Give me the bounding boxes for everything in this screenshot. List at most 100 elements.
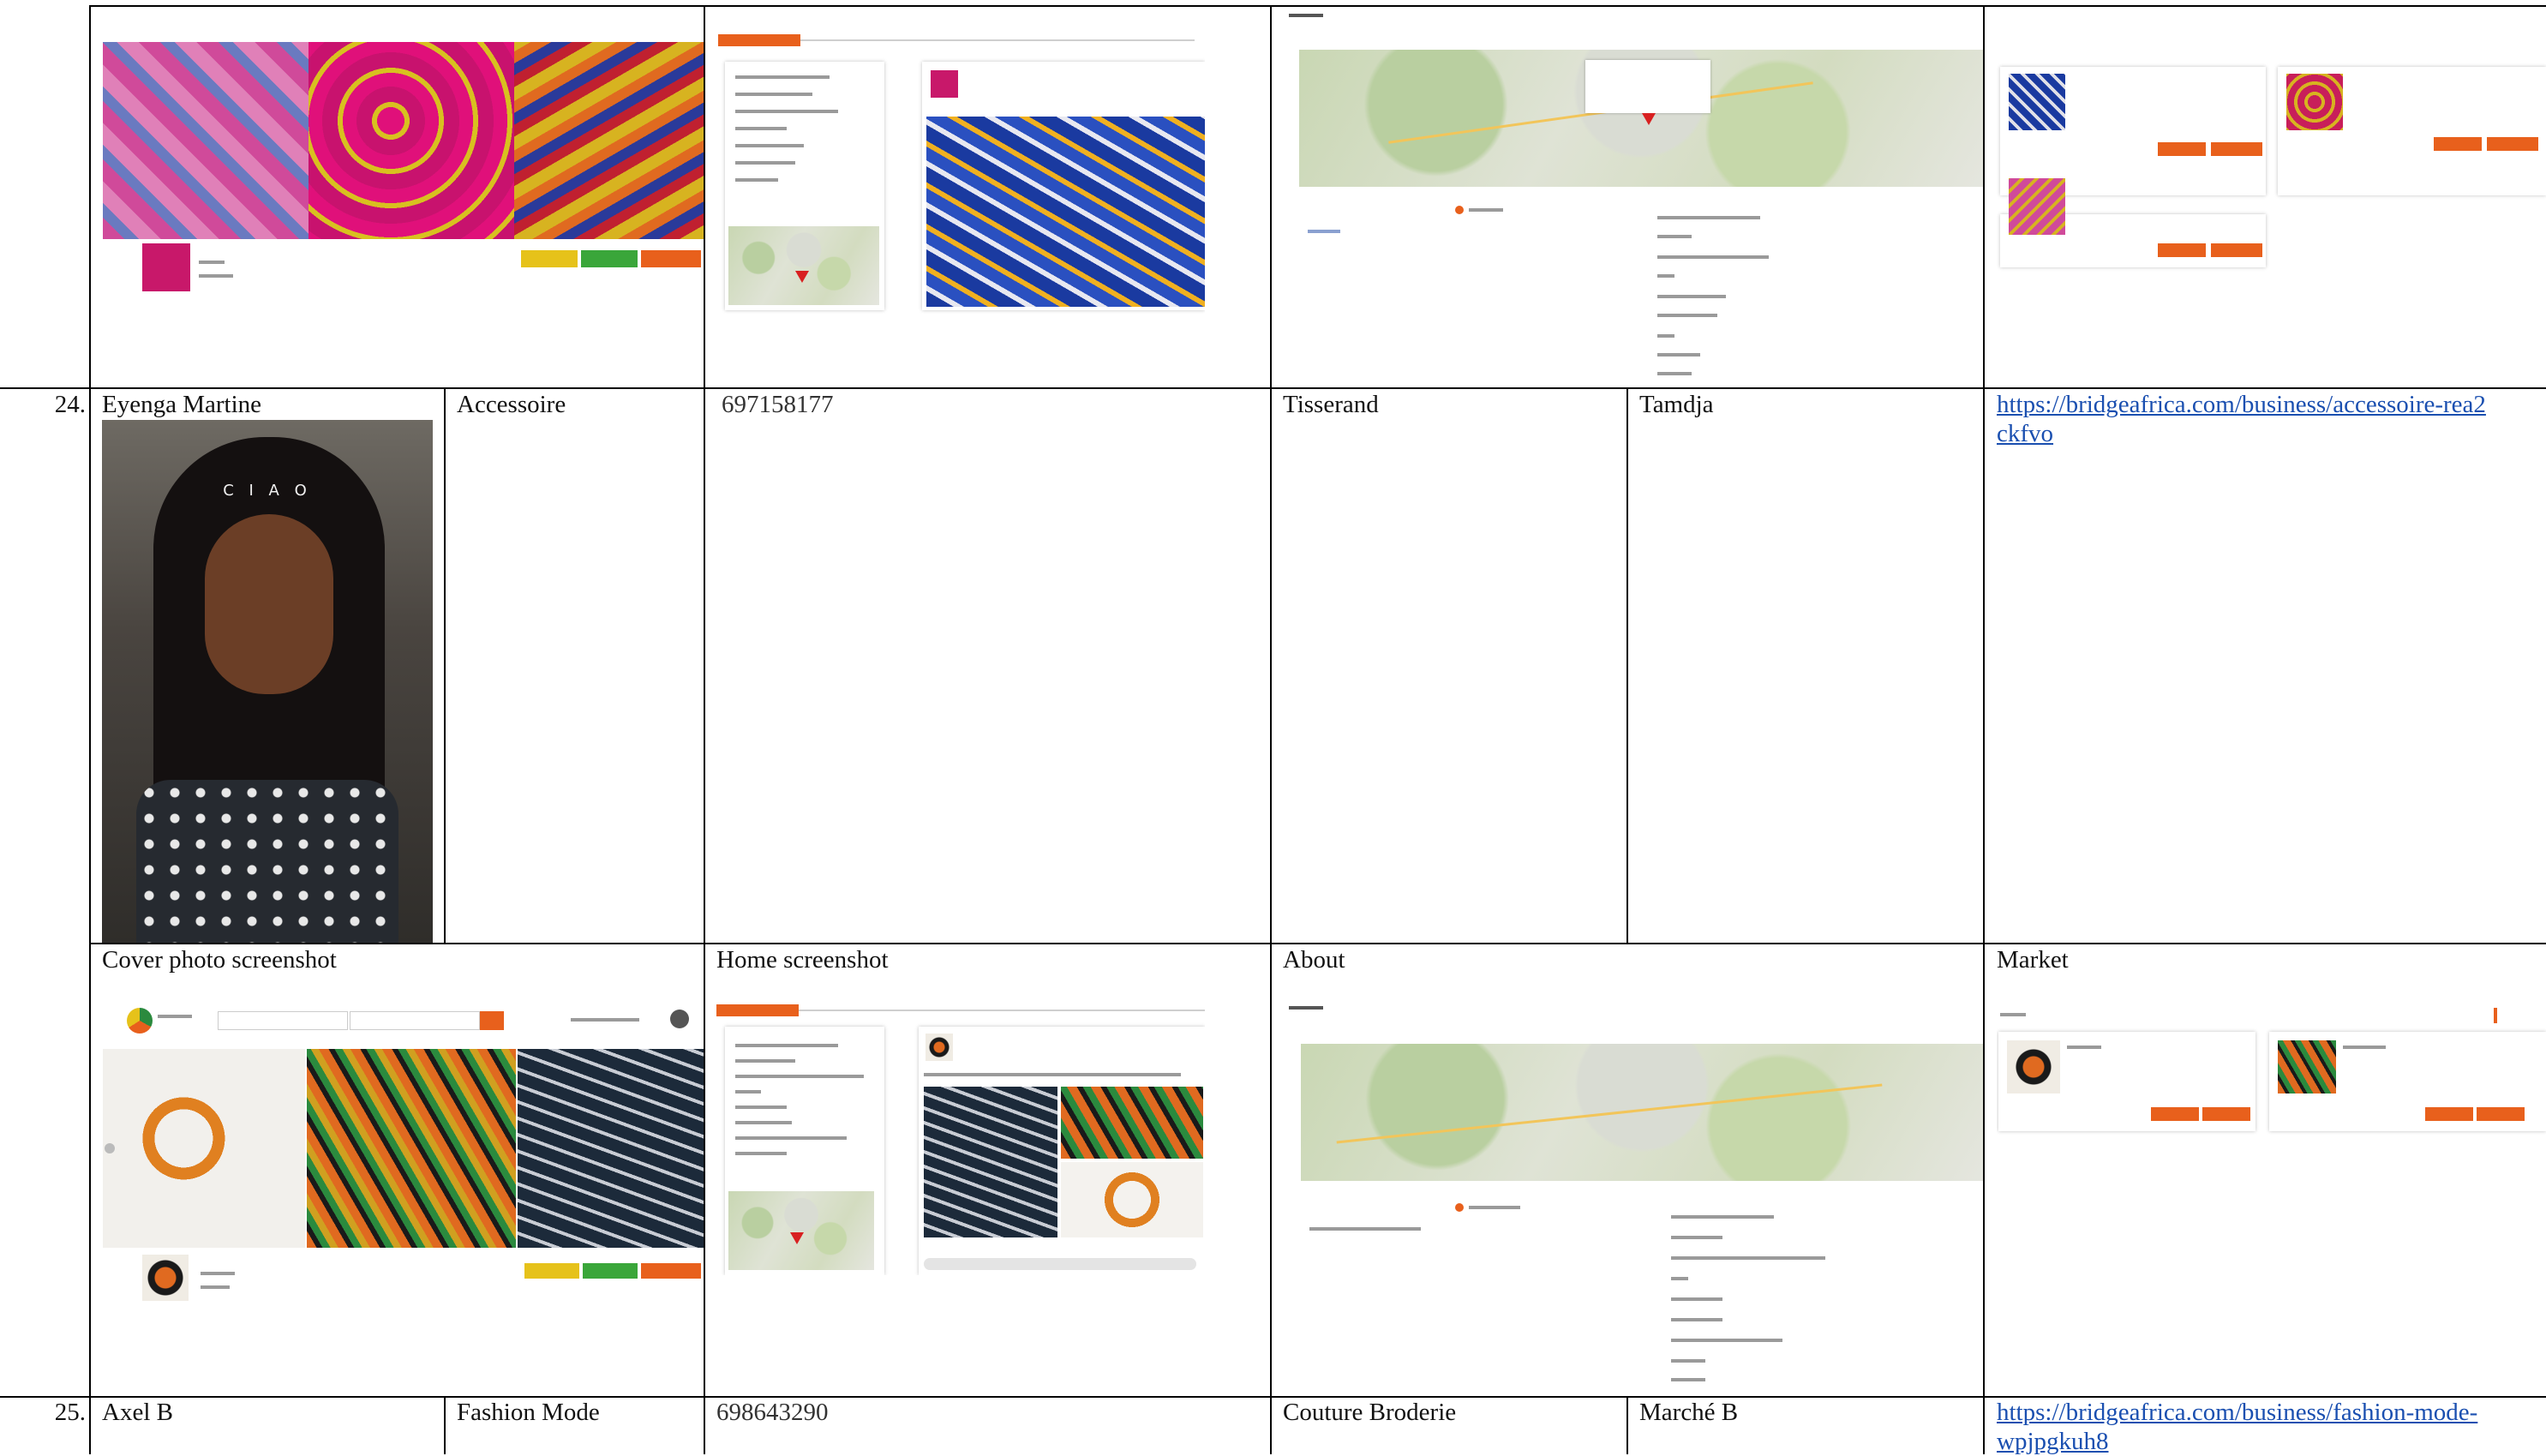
add-to-cart-button[interactable] — [2487, 137, 2538, 151]
about-line — [1671, 1318, 1722, 1321]
mini-map — [728, 1191, 874, 1270]
row-divider-2 — [90, 943, 2546, 944]
product-title — [2343, 1046, 2386, 1049]
message-button[interactable] — [581, 250, 638, 267]
about-line — [735, 1105, 787, 1109]
search-button[interactable] — [480, 1011, 504, 1030]
about-line — [735, 1059, 795, 1063]
about-line — [735, 127, 787, 130]
buy-now-button[interactable] — [2151, 1107, 2199, 1121]
table-border-left — [89, 5, 91, 1454]
profile-sub-line — [199, 274, 233, 278]
buy-now-button[interactable] — [2158, 142, 2206, 156]
about-line — [735, 93, 812, 96]
site-logo — [127, 1008, 153, 1034]
mini-map — [728, 226, 879, 305]
logo-text — [158, 1015, 192, 1018]
about-line — [1657, 255, 1769, 259]
business-url-link[interactable]: https://bridgeafrica.com/business/access… — [1997, 390, 2494, 448]
market-section-label: Market — [1997, 946, 2069, 974]
add-to-cart-button[interactable] — [2202, 1107, 2250, 1121]
about-header — [1289, 1006, 1323, 1010]
about-line — [1657, 295, 1726, 298]
profile-thumb — [142, 1255, 189, 1301]
about-header — [1289, 14, 1323, 17]
market-screenshot — [1997, 1003, 2546, 1140]
about-screenshot — [1284, 1001, 1983, 1395]
owner-name: Eyenga Martine — [102, 391, 262, 418]
about-line — [1657, 274, 1674, 278]
about-line — [735, 1121, 792, 1124]
about-line — [735, 178, 778, 182]
market-action-button[interactable] — [2494, 1008, 2497, 1023]
add-to-cart-button[interactable] — [2477, 1107, 2525, 1121]
profile-name-line — [201, 1272, 235, 1275]
add-to-cart-button[interactable] — [2211, 142, 2262, 156]
business-category: Tisserand — [1283, 391, 1379, 418]
about-line — [1657, 216, 1760, 219]
about-line — [1671, 1359, 1705, 1363]
owner-photo: C I A O — [102, 420, 433, 943]
about-line — [735, 1152, 787, 1155]
about-line — [1671, 1297, 1722, 1301]
product-title — [2067, 1046, 2101, 1049]
comment-input[interactable] — [924, 1258, 1196, 1270]
about-line — [735, 1044, 838, 1047]
business-name: Accessoire — [457, 391, 566, 418]
about-line — [735, 1136, 847, 1140]
search-input[interactable] — [218, 1011, 348, 1030]
product-image — [2009, 178, 2065, 235]
cover-photo-3 — [514, 42, 704, 239]
map-pin-icon — [790, 1232, 804, 1244]
col-divider-5b — [1626, 1397, 1628, 1454]
community-button[interactable] — [521, 250, 578, 267]
business-dot-icon — [1455, 206, 1464, 214]
about-line — [1657, 334, 1674, 338]
product-image — [2009, 74, 2065, 130]
prev-cover-screenshot — [101, 39, 704, 295]
post-caption — [924, 1073, 1181, 1076]
map-pin-icon — [1642, 113, 1656, 125]
about-line — [1657, 314, 1717, 317]
community-button[interactable] — [524, 1263, 579, 1279]
tab-bar — [799, 1010, 1205, 1011]
cover-photo-2 — [307, 1049, 516, 1248]
row-number: 24. — [54, 391, 86, 418]
post-image-2 — [1061, 1087, 1203, 1159]
market-header — [2000, 1013, 2026, 1016]
map-pin-icon — [795, 271, 809, 283]
photo-overlay-text: C I A O — [223, 482, 312, 500]
cover-photo-2 — [309, 42, 514, 239]
home-section-label: Home screenshot — [716, 946, 889, 974]
home-tab[interactable] — [716, 1004, 799, 1016]
about-line — [1671, 1256, 1825, 1260]
prev-about-screenshot — [1284, 9, 1983, 387]
home-tab[interactable] — [718, 34, 800, 46]
business-location: Marché B — [1639, 1399, 1739, 1426]
prev-arrow-icon[interactable] — [105, 1143, 115, 1153]
cover-photo-1 — [103, 1049, 305, 1248]
about-line — [735, 1075, 864, 1078]
user-avatar[interactable] — [670, 1010, 689, 1028]
phone-number: 698643290 — [716, 1399, 829, 1426]
location-input[interactable] — [350, 1011, 480, 1030]
profile-sub-line — [201, 1285, 230, 1289]
nav-links[interactable] — [571, 1018, 639, 1022]
about-line — [1671, 1277, 1688, 1280]
col-divider-4 — [1270, 5, 1272, 1454]
about-line — [1657, 353, 1700, 357]
message-button[interactable] — [583, 1263, 638, 1279]
prev-market-screenshot — [1997, 34, 2546, 274]
profile-thumb — [142, 243, 190, 291]
add-to-cart-button[interactable] — [2211, 243, 2262, 257]
direction-button[interactable] — [641, 1263, 701, 1279]
business-url-link[interactable]: https://bridgeafrica.com/business/fashio… — [1997, 1398, 2494, 1456]
direction-button[interactable] — [641, 250, 701, 267]
buy-now-button[interactable] — [2434, 137, 2482, 151]
row-divider-1 — [0, 387, 2546, 389]
buy-now-button[interactable] — [2158, 243, 2206, 257]
about-line — [1309, 1227, 1421, 1231]
buy-now-button[interactable] — [2425, 1107, 2473, 1121]
cover-photo-1 — [103, 42, 309, 239]
prev-home-screenshot — [716, 31, 1205, 314]
